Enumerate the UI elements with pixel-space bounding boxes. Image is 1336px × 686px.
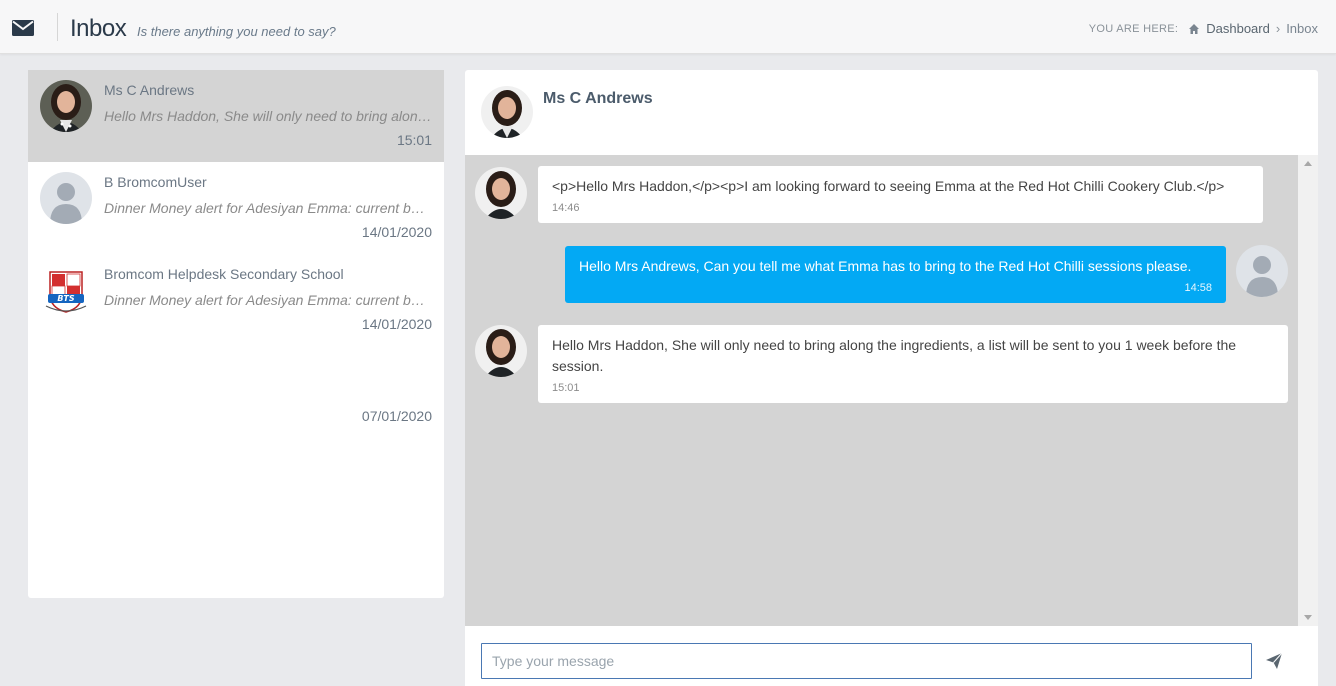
conversation-item-bromcomuser[interactable]: B BromcomUser Dinner Money alert for Ade…	[28, 162, 444, 254]
conversation-name: Ms C Andrews	[104, 82, 195, 98]
message-scrollbar[interactable]	[1298, 155, 1318, 626]
page-header: Inbox Is there anything you need to say?…	[0, 0, 1336, 54]
conversation-preview: Dinner Money alert for Adesiyan Emma: cu…	[104, 292, 432, 308]
message-composer	[465, 626, 1318, 686]
send-button[interactable]	[1265, 652, 1283, 670]
contact-avatar	[481, 86, 533, 138]
message-input[interactable]	[481, 643, 1252, 679]
paper-plane-icon	[1266, 652, 1283, 669]
home-icon	[1189, 23, 1200, 34]
message-text: <p>Hello Mrs Haddon,</p><p>I am looking …	[552, 178, 1225, 194]
default-user-avatar	[40, 172, 92, 224]
conversation-time: 07/01/2020	[361, 408, 432, 424]
sender-avatar	[475, 167, 527, 219]
message-text: Hello Mrs Andrews, Can you tell me what …	[579, 258, 1192, 274]
contact-name: Ms C Andrews	[543, 90, 653, 107]
message-time: 14:46	[552, 202, 580, 214]
breadcrumb-separator: ›	[1275, 21, 1281, 36]
conversation-name: Bromcom Helpdesk Secondary School	[104, 266, 344, 282]
conversation-time: 14/01/2020	[361, 224, 432, 240]
conversation-item-helpdesk[interactable]: BTS Bromcom Helpdesk Secondary School Di…	[28, 254, 444, 346]
conversation-preview: Hello Mrs Haddon, She will only need to …	[104, 108, 432, 124]
page-title: Inbox	[70, 15, 127, 42]
conversation-item-andrews[interactable]: Ms C Andrews Hello Mrs Haddon, She will …	[28, 70, 444, 162]
conversation-time: 14/01/2020	[361, 316, 432, 332]
message-time: 14:58	[1184, 282, 1212, 294]
woman-photo-avatar	[40, 80, 92, 132]
message-time: 15:01	[552, 382, 580, 394]
conversation-item-unnamed[interactable]: 07/01/2020	[28, 346, 444, 438]
breadcrumb-label: YOU ARE HERE:	[1088, 22, 1179, 35]
breadcrumb-dashboard-link[interactable]: Dashboard	[1206, 21, 1270, 36]
sender-avatar	[475, 325, 527, 377]
message-thread[interactable]: <p>Hello Mrs Haddon,</p><p>I am looking …	[465, 155, 1298, 626]
svg-text:BTS: BTS	[57, 294, 75, 303]
message-bubble-incoming: <p>Hello Mrs Haddon,</p><p>I am looking …	[538, 166, 1263, 223]
my-avatar	[1236, 245, 1288, 297]
page-subtitle: Is there anything you need to say?	[137, 24, 336, 39]
conversation-list: Ms C Andrews Hello Mrs Haddon, She will …	[28, 70, 444, 598]
breadcrumb: YOU ARE HERE: Dashboard › Inbox	[1089, 21, 1318, 36]
conversation-name: B BromcomUser	[104, 174, 207, 190]
envelope-icon	[12, 20, 34, 36]
conversation-time: 15:01	[396, 132, 432, 148]
school-crest-avatar: BTS	[40, 264, 92, 316]
breadcrumb-current: Inbox	[1286, 21, 1318, 36]
scroll-down-icon[interactable]	[1304, 615, 1312, 620]
header-divider	[57, 13, 58, 41]
chat-panel: Ms C Andrews <p>Hello Mrs Haddon,</p><p>…	[465, 70, 1318, 686]
message-text: Hello Mrs Haddon, She will only need to …	[552, 337, 1237, 374]
message-bubble-outgoing: Hello Mrs Andrews, Can you tell me what …	[565, 246, 1226, 303]
scroll-up-icon[interactable]	[1304, 161, 1312, 166]
chat-header: Ms C Andrews	[465, 70, 1318, 155]
message-bubble-incoming: Hello Mrs Haddon, She will only need to …	[538, 325, 1288, 403]
conversation-preview: Dinner Money alert for Adesiyan Emma: cu…	[104, 200, 432, 216]
